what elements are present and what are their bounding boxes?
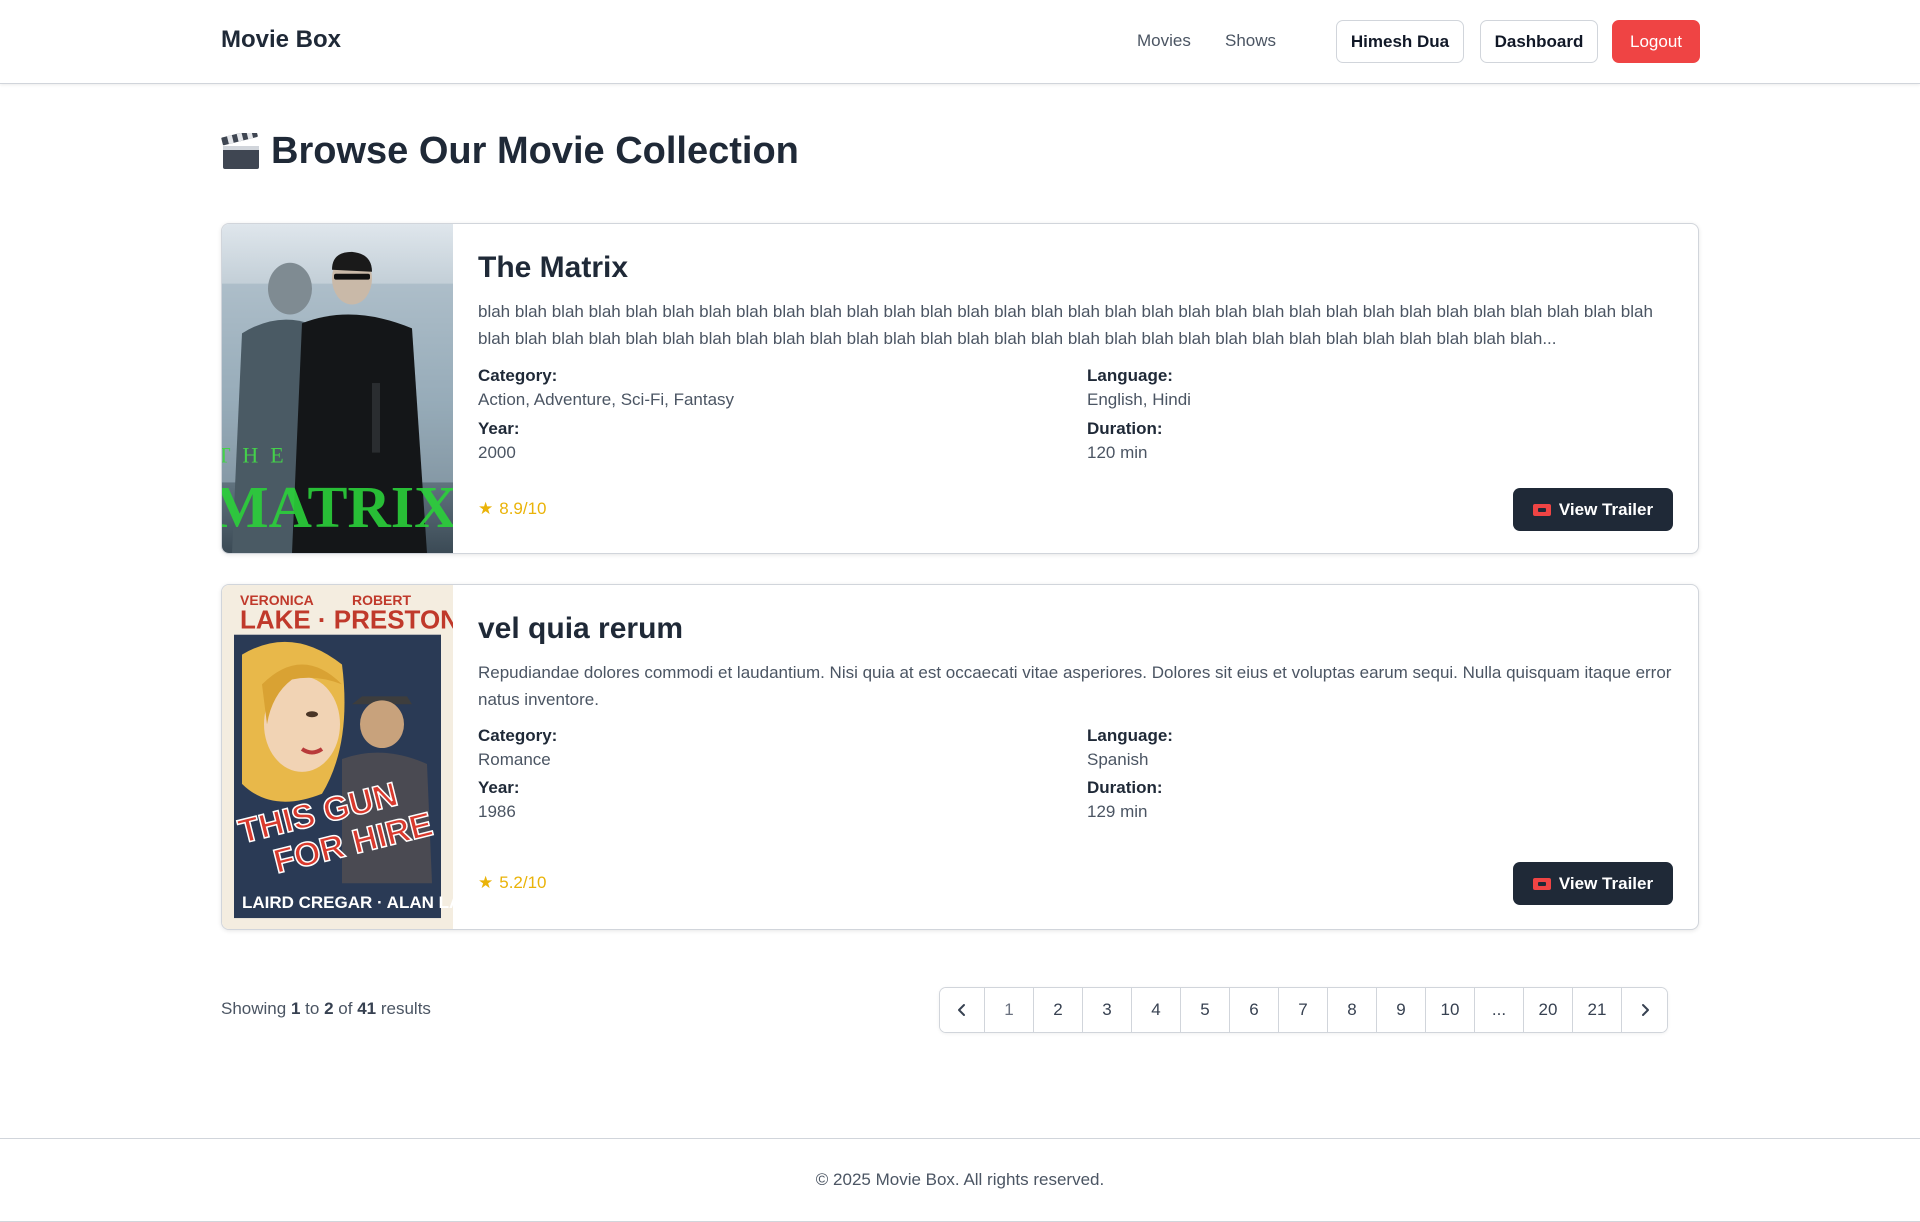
clapperboard-icon	[221, 128, 261, 171]
results-to-word: to	[305, 999, 320, 1018]
page-9-button[interactable]: 9	[1377, 988, 1426, 1032]
brand-logo[interactable]: Movie Box	[221, 26, 341, 54]
page-10-button[interactable]: 10	[1426, 988, 1475, 1032]
view-trailer-button[interactable]: View Trailer	[1513, 862, 1673, 905]
movie-description: blah blah blah blah blah blah blah blah …	[478, 302, 1653, 348]
top-navbar: Movie Box Movies Shows Himesh Dua Dashbo…	[0, 0, 1920, 84]
view-trailer-button[interactable]: View Trailer	[1513, 488, 1673, 531]
year-value: 2000	[478, 443, 516, 462]
rating-value: 8.9/10	[499, 499, 547, 518]
language-value: Spanish	[1087, 750, 1149, 769]
pagination-ellipsis: ...	[1475, 988, 1524, 1032]
results-prefix: Showing	[221, 999, 287, 1018]
duration-value: 120 min	[1087, 443, 1148, 462]
movie-duration: Duration: 129 min	[1087, 776, 1163, 824]
movie-language: Language: English, Hindi	[1087, 364, 1191, 412]
view-trailer-label: View Trailer	[1558, 873, 1654, 893]
duration-label: Duration:	[1087, 778, 1163, 797]
movie-rating: ★ 8.9/10	[478, 499, 547, 519]
page-20-button[interactable]: 20	[1524, 988, 1573, 1032]
svg-text:VERONICA: VERONICA	[240, 592, 314, 608]
results-summary: Showing 1 to 2 of 41 results	[221, 999, 431, 1019]
results-to: 2	[324, 999, 334, 1018]
movie-poster[interactable]: VERONICA ROBERT LAKE · PRESTON THIS GUN …	[222, 585, 453, 929]
category-label: Category:	[478, 726, 558, 745]
movie-category: Category: Action, Adventure, Sci-Fi, Fan…	[478, 364, 734, 412]
page-8-button[interactable]: 8	[1328, 988, 1377, 1032]
svg-text:THE: THE	[222, 443, 296, 468]
page-7-button[interactable]: 7	[1279, 988, 1328, 1032]
rating-value: 5.2/10	[499, 873, 547, 892]
language-label: Language:	[1087, 366, 1173, 385]
movie-description: Repudiandae dolores commodi et laudantiu…	[478, 663, 1672, 709]
year-label: Year:	[478, 778, 520, 797]
pagination: 1 2 3 4 5 6 7 8 9 10 ... 20 21	[939, 987, 1668, 1033]
view-trailer-label: View Trailer	[1558, 499, 1654, 519]
page-3-button[interactable]: 3	[1083, 988, 1132, 1032]
star-icon: ★	[478, 873, 494, 892]
movie-title[interactable]: The Matrix	[478, 251, 628, 285]
svg-text:LAIRD CREGAR · ALAN LADD: LAIRD CREGAR · ALAN LADD	[242, 893, 453, 912]
movie-details: vel quia rerum Repudiandae dolores commo…	[478, 585, 1673, 929]
movie-details: The Matrix blah blah blah blah blah blah…	[478, 224, 1673, 553]
chevron-left-icon	[958, 1004, 965, 1016]
results-suffix: results	[380, 999, 431, 1018]
ticket-icon	[1532, 503, 1551, 516]
movie-language: Language: Spanish	[1087, 724, 1173, 772]
movie-duration: Duration: 120 min	[1087, 417, 1163, 465]
svg-text:LAKE · PRESTON: LAKE · PRESTON	[240, 607, 453, 635]
prev-page-button[interactable]	[940, 988, 985, 1032]
page-footer: © 2025 Movie Box. All rights reserved.	[0, 1138, 1920, 1222]
year-label: Year:	[478, 419, 520, 438]
movie-card: VERONICA ROBERT LAKE · PRESTON THIS GUN …	[221, 584, 1699, 930]
language-value: English, Hindi	[1087, 390, 1191, 409]
category-value: Action, Adventure, Sci-Fi, Fantasy	[478, 390, 735, 409]
movie-rating: ★ 5.2/10	[478, 873, 547, 893]
duration-value: 129 min	[1087, 802, 1148, 821]
nav-shows-link[interactable]: Shows	[1225, 31, 1276, 51]
movie-category: Category: Romance	[478, 724, 557, 772]
year-value: 1986	[478, 802, 516, 821]
dashboard-button[interactable]: Dashboard	[1480, 20, 1598, 63]
page-title-text: Browse Our Movie Collection	[271, 130, 799, 172]
category-value: Romance	[478, 750, 551, 769]
nav-movies-link[interactable]: Movies	[1137, 31, 1191, 51]
page-4-button[interactable]: 4	[1132, 988, 1181, 1032]
logout-button[interactable]: Logout	[1612, 20, 1700, 63]
page-5-button[interactable]: 5	[1181, 988, 1230, 1032]
next-page-button[interactable]	[1622, 988, 1667, 1032]
results-from: 1	[290, 999, 301, 1018]
movie-card: THE MATRIX The Matrix blah blah blah bla…	[221, 223, 1699, 554]
movie-poster[interactable]: THE MATRIX	[222, 224, 453, 553]
svg-text:MATRIX: MATRIX	[222, 474, 453, 540]
ticket-icon	[1532, 877, 1551, 890]
movie-year: Year: 2000	[478, 417, 520, 465]
page-1-button[interactable]: 1	[985, 988, 1034, 1032]
page-2-button[interactable]: 2	[1034, 988, 1083, 1032]
results-of-word: of	[338, 999, 353, 1018]
results-total: 41	[357, 999, 377, 1018]
movie-title[interactable]: vel quia rerum	[478, 612, 683, 646]
page-21-button[interactable]: 21	[1573, 988, 1622, 1032]
chevron-right-icon	[1641, 1004, 1649, 1016]
language-label: Language:	[1087, 726, 1173, 745]
page-title: Browse Our Movie Collection	[221, 128, 799, 173]
copyright-text: © 2025 Movie Box. All rights reserved.	[815, 1170, 1105, 1189]
user-profile-button[interactable]: Himesh Dua	[1336, 20, 1464, 63]
category-label: Category:	[478, 366, 558, 385]
svg-text:ROBERT: ROBERT	[352, 592, 412, 608]
duration-label: Duration:	[1087, 419, 1163, 438]
movie-year: Year: 1986	[478, 776, 520, 824]
page-6-button[interactable]: 6	[1230, 988, 1279, 1032]
star-icon: ★	[478, 499, 494, 518]
